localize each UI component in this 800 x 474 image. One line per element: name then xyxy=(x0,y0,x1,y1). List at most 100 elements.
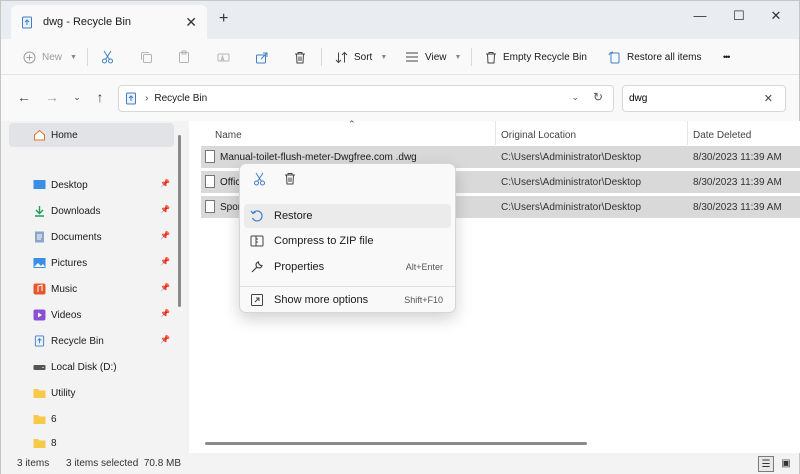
sidebar-item-desktop[interactable]: Desktop 📌 xyxy=(9,173,174,197)
file-original-location: C:\Users\Administrator\Desktop xyxy=(501,152,642,163)
sidebar-item-label: Home xyxy=(51,130,78,141)
sidebar-item-label: 6 xyxy=(51,414,57,425)
desktop-icon xyxy=(33,180,46,189)
forward-button[interactable]: → xyxy=(42,89,62,105)
chevron-down-icon: ▼ xyxy=(454,53,462,61)
empty-bin-icon xyxy=(486,51,496,63)
back-button[interactable]: ← xyxy=(14,89,34,105)
sidebar-item-label: Recycle Bin xyxy=(51,336,104,347)
context-item-label: Properties xyxy=(274,261,325,273)
recycle-bin-icon xyxy=(22,16,32,28)
rename-button[interactable] xyxy=(217,39,230,75)
folder-icon xyxy=(33,439,46,448)
new-button[interactable]: New ▼ xyxy=(23,39,77,75)
details-view-button[interactable]: ☰ xyxy=(758,456,774,472)
sidebar-item-utility[interactable]: Utility xyxy=(9,381,174,405)
copy-button[interactable] xyxy=(140,39,153,75)
breadcrumb-recycle-bin[interactable]: Recycle Bin xyxy=(154,93,207,104)
column-divider[interactable] xyxy=(687,121,688,145)
chevron-down-icon: ▼ xyxy=(380,53,388,61)
up-button[interactable]: ↑ xyxy=(90,89,110,105)
restore-all-button[interactable]: Restore all items xyxy=(608,39,701,75)
file-date-deleted: 8/30/2023 11:39 AM xyxy=(693,152,782,163)
paste-icon xyxy=(179,50,189,63)
toolbar-divider xyxy=(471,48,472,66)
cut-icon xyxy=(253,172,265,186)
paste-button[interactable] xyxy=(178,39,190,75)
zip-folder-icon xyxy=(250,235,264,247)
sort-icon xyxy=(335,51,348,63)
title-bar: dwg - Recycle Bin ✕ + — ☐ ✕ xyxy=(1,1,799,39)
context-menu: Restore Compress to ZIP file Properties … xyxy=(239,163,456,313)
context-cut-button[interactable] xyxy=(249,172,269,192)
sidebar-item-local-disk-d[interactable]: Local Disk (D:) xyxy=(9,355,174,379)
status-bar: 3 items 3 items selected 70.8 MB ☰ ▣ xyxy=(1,453,799,474)
context-item-label: Restore xyxy=(274,210,313,222)
file-original-location: C:\Users\Administrator\Desktop xyxy=(501,202,642,213)
file-name: Manual-toilet-flush-meter-Dwgfree.com .d… xyxy=(220,152,417,163)
more-options-button[interactable]: ••• xyxy=(723,39,731,75)
navigation-pane: Home Desktop 📌 Downloads 📌 Documents 📌 P… xyxy=(1,121,187,453)
file-original-location: C:\Users\Administrator\Desktop xyxy=(501,177,642,188)
tab-close-icon[interactable]: ✕ xyxy=(185,14,197,31)
context-delete-button[interactable] xyxy=(280,172,300,192)
search-box[interactable]: ✕ xyxy=(622,85,786,112)
sidebar-item-home[interactable]: Home xyxy=(9,123,174,147)
sidebar-item-documents[interactable]: Documents 📌 xyxy=(9,225,174,249)
sidebar-item-folder-8[interactable]: 8 xyxy=(9,431,174,455)
context-menu-quick-actions xyxy=(240,164,455,200)
empty-recycle-bin-button[interactable]: Empty Recycle Bin xyxy=(485,39,587,75)
horizontal-scrollbar[interactable] xyxy=(205,442,587,445)
pin-icon: 📌 xyxy=(160,309,170,318)
download-icon xyxy=(35,206,44,217)
share-button[interactable] xyxy=(255,39,268,75)
sidebar-item-pictures[interactable]: Pictures 📌 xyxy=(9,251,174,275)
sidebar-item-music[interactable]: Music 📌 xyxy=(9,277,174,301)
tiles-view-button[interactable]: ▣ xyxy=(778,456,794,472)
minimize-button[interactable]: — xyxy=(683,5,717,27)
cut-icon xyxy=(102,50,113,64)
file-date-deleted: 8/30/2023 11:39 AM xyxy=(693,202,782,213)
new-tab-button[interactable]: + xyxy=(219,10,228,28)
view-button[interactable]: View ▼ xyxy=(405,39,461,75)
selection-info: 3 items selected 70.8 MB xyxy=(66,458,182,469)
sidebar-item-label: Documents xyxy=(51,232,102,243)
context-show-more-options[interactable]: Show more options Shift+F10 xyxy=(244,288,451,312)
clear-search-icon[interactable]: ✕ xyxy=(764,92,773,105)
documents-icon xyxy=(35,231,44,243)
refresh-icon[interactable]: ↻ xyxy=(593,90,603,104)
close-window-button[interactable]: ✕ xyxy=(759,5,793,27)
cut-button[interactable] xyxy=(101,39,114,75)
context-item-label: Compress to ZIP file xyxy=(274,235,374,247)
maximize-button[interactable]: ☐ xyxy=(722,5,756,27)
search-input[interactable] xyxy=(629,93,749,104)
sidebar-item-downloads[interactable]: Downloads 📌 xyxy=(9,199,174,223)
delete-button[interactable] xyxy=(294,39,306,75)
breadcrumb-chevron-icon: › xyxy=(145,93,149,104)
column-header-original-location[interactable]: Original Location xyxy=(501,125,576,145)
address-bar[interactable]: › Recycle Bin ⌄ ↻ xyxy=(118,85,614,112)
tab-recycle-bin[interactable]: dwg - Recycle Bin ✕ xyxy=(11,5,207,39)
sort-button[interactable]: Sort ▼ xyxy=(335,39,387,75)
context-compress-zip[interactable]: Compress to ZIP file xyxy=(244,229,451,253)
column-header-date-deleted[interactable]: Date Deleted xyxy=(693,125,751,145)
navigation-scrollbar[interactable] xyxy=(178,135,181,307)
sidebar-item-videos[interactable]: Videos 📌 xyxy=(9,303,174,327)
sidebar-item-recycle-bin[interactable]: Recycle Bin 📌 xyxy=(9,329,174,353)
column-header-name[interactable]: Name xyxy=(215,125,242,145)
sidebar-item-folder-6[interactable]: 6 xyxy=(9,407,174,431)
recent-locations-button[interactable]: ⌄ xyxy=(67,92,87,103)
context-restore[interactable]: Restore xyxy=(244,204,451,228)
context-properties[interactable]: Properties Alt+Enter xyxy=(244,255,451,279)
copy-icon xyxy=(141,51,152,63)
column-divider[interactable] xyxy=(495,121,496,145)
view-icon xyxy=(406,52,418,62)
sidebar-item-label: Desktop xyxy=(51,180,88,191)
file-icon xyxy=(205,175,215,188)
sidebar-item-label: 8 xyxy=(51,438,57,449)
wrench-icon xyxy=(251,261,263,273)
empty-recycle-bin-label: Empty Recycle Bin xyxy=(503,51,587,63)
address-dropdown-icon[interactable]: ⌄ xyxy=(571,92,579,103)
file-icon xyxy=(205,200,215,213)
recycle-bin-icon xyxy=(34,335,45,347)
